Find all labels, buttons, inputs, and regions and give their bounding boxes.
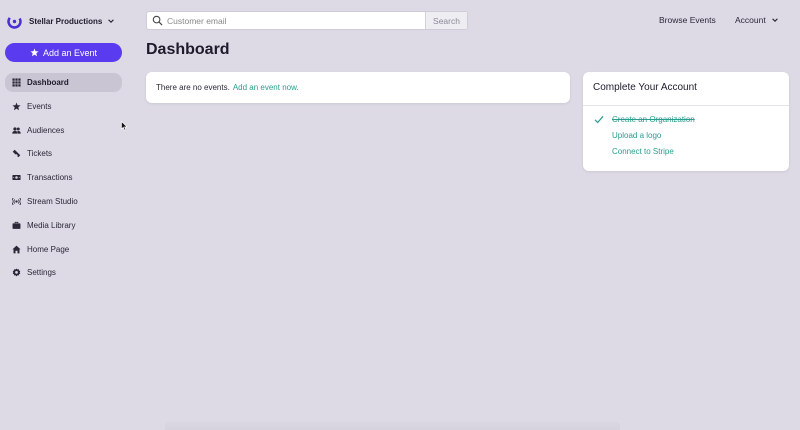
- sidebar-item-dashboard[interactable]: Dashboard: [5, 73, 122, 92]
- sidebar-item-label: Audiences: [27, 125, 65, 135]
- empty-events-text: There are no events.: [156, 83, 230, 92]
- people-icon: [12, 126, 21, 134]
- search-bar: Search: [146, 11, 468, 30]
- sidebar-item-audiences[interactable]: Audiences: [5, 121, 122, 140]
- star-icon: [30, 48, 39, 57]
- sidebar-nav: Dashboard Events Audiences Tickets Trans…: [5, 73, 122, 287]
- add-event-button[interactable]: Add an Event: [5, 43, 122, 62]
- ticket-icon: [12, 150, 21, 158]
- sidebar-item-transactions[interactable]: Transactions: [5, 168, 122, 187]
- gear-icon: [12, 268, 21, 277]
- broadcast-icon: [12, 197, 21, 206]
- sidebar-item-label: Dashboard: [27, 78, 69, 87]
- sidebar-item-label: Media Library: [27, 220, 76, 230]
- sidebar-item-label: Tickets: [27, 149, 53, 159]
- sidebar-item-tickets[interactable]: Tickets: [5, 144, 122, 163]
- org-switcher[interactable]: Stellar Productions: [6, 11, 115, 31]
- grid-icon: [12, 78, 21, 87]
- sidebar-item-label: Home Page: [27, 244, 70, 254]
- add-event-label: Add an Event: [42, 47, 98, 58]
- sidebar: Stellar Productions Add an Event Dashboa…: [0, 0, 130, 430]
- search-button[interactable]: Search: [425, 12, 467, 29]
- sidebar-item-label: Settings: [27, 268, 56, 278]
- sidebar-item-stream-studio[interactable]: Stream Studio: [5, 192, 122, 211]
- sidebar-item-label: Stream Studio: [27, 196, 78, 206]
- search-icon: [152, 15, 163, 26]
- sidebar-item-home-page[interactable]: Home Page: [5, 240, 122, 259]
- check-icon: [594, 115, 604, 124]
- sidebar-item-label: Transactions: [27, 173, 73, 183]
- account-label: Account: [735, 15, 766, 25]
- chevron-down-icon: [108, 19, 115, 23]
- step-upload-logo[interactable]: Upload a logo: [612, 131, 661, 140]
- page-title: Dashboard: [146, 41, 230, 58]
- browse-events-link[interactable]: Browse Events: [659, 15, 716, 25]
- step-connect-stripe[interactable]: Connect to Stripe: [612, 147, 674, 156]
- star-icon: [12, 102, 21, 111]
- events-card: There are no events. Add an event now.: [146, 72, 570, 103]
- sidebar-item-events[interactable]: Events: [5, 97, 122, 116]
- complete-account-title: Complete Your Account: [593, 82, 697, 93]
- mouse-cursor-icon: [121, 121, 128, 131]
- divider: [583, 105, 789, 106]
- chevron-down-icon: [771, 18, 778, 22]
- add-event-link[interactable]: Add an event now.: [233, 83, 299, 92]
- money-icon: [12, 175, 21, 181]
- sidebar-item-label: Events: [27, 101, 52, 111]
- org-logo-icon: [7, 13, 22, 29]
- account-menu[interactable]: Account: [735, 15, 779, 25]
- step-create-organization[interactable]: Create an Organization: [612, 115, 695, 124]
- sidebar-item-media-library[interactable]: Media Library: [5, 216, 122, 235]
- complete-account-card: Complete Your Account Create an Organiza…: [583, 72, 789, 171]
- home-icon: [12, 245, 21, 253]
- search-input[interactable]: [167, 15, 425, 26]
- sidebar-item-settings[interactable]: Settings: [5, 263, 122, 282]
- briefcase-icon: [12, 221, 21, 229]
- bottom-edge-shadow: [165, 422, 620, 430]
- org-name: Stellar Productions: [29, 16, 103, 26]
